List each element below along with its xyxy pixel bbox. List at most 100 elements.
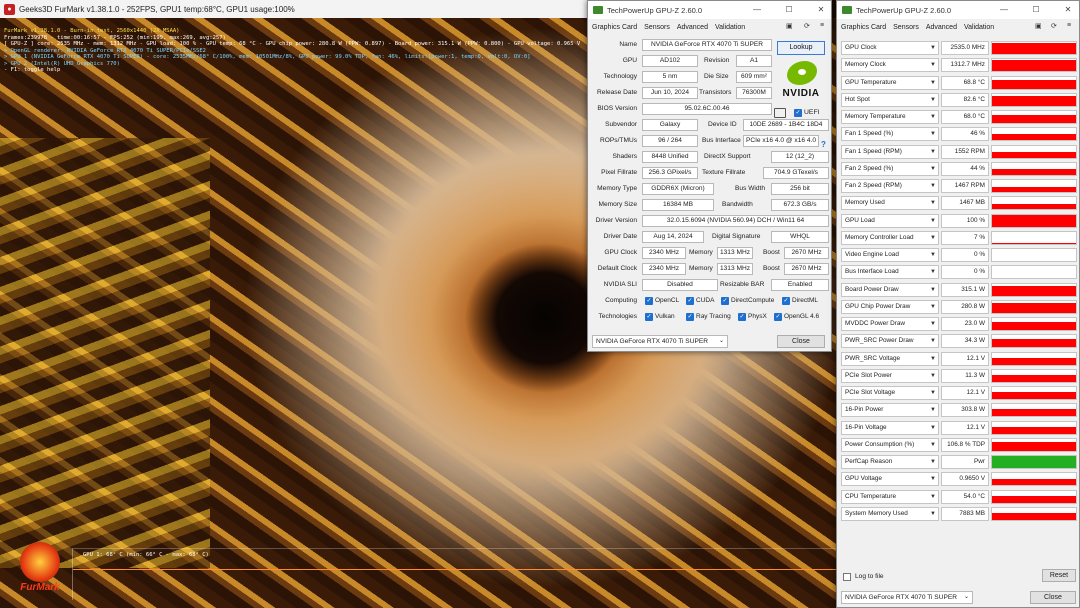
sensor-name-dropdown[interactable]: 16-Pin Voltage ▼ bbox=[841, 420, 939, 435]
sensor-value: 315.1 W bbox=[941, 282, 989, 297]
close-icon[interactable]: ✕ bbox=[810, 1, 832, 19]
sensor-graph bbox=[991, 213, 1077, 228]
sensor-name-dropdown[interactable]: PCIe Slot Power ▼ bbox=[841, 368, 939, 383]
lookup-button[interactable]: Lookup bbox=[777, 41, 825, 55]
checkbox-vulkan[interactable]: ✓ bbox=[645, 313, 653, 321]
camera-icon[interactable]: ▣ bbox=[1035, 22, 1042, 30]
sensor-value: 12.1 V bbox=[941, 420, 989, 435]
sensor-name-dropdown[interactable]: Memory Clock ▼ bbox=[841, 58, 939, 73]
sensor-value: 46 % bbox=[941, 127, 989, 142]
sensor-name: PCIe Slot Voltage bbox=[845, 389, 896, 396]
maximize-icon[interactable]: ☐ bbox=[1025, 1, 1047, 19]
furmark-titlebar[interactable]: ● Geeks3D FurMark v1.38.1.0 - 252FPS, GP… bbox=[0, 0, 600, 18]
sensor-name-dropdown[interactable]: PWR_SRC Power Draw ▼ bbox=[841, 334, 939, 349]
refresh-icon[interactable]: ⟳ bbox=[1051, 22, 1057, 30]
sensor-name-dropdown[interactable]: MVDDC Power Draw ▼ bbox=[841, 317, 939, 331]
minimize-icon[interactable]: — bbox=[746, 1, 768, 19]
label-transistors: Transistors bbox=[699, 89, 732, 96]
sensor-name-dropdown[interactable]: Board Power Draw ▼ bbox=[841, 282, 939, 297]
checkbox-ray-tracing[interactable]: ✓ bbox=[686, 313, 694, 321]
checkbox-cuda[interactable]: ✓ bbox=[686, 297, 694, 305]
gpuz-card-tabs: Graphics Card Sensors Advanced Validatio… bbox=[588, 19, 831, 35]
sensor-name-dropdown[interactable]: Fan 2 Speed (%) ▼ bbox=[841, 161, 939, 176]
minimize-icon[interactable]: — bbox=[993, 1, 1015, 19]
sensor-name-dropdown[interactable]: GPU Load ▼ bbox=[841, 213, 939, 228]
row-sli: NVIDIA SLI Disabled Resizable BAR Enable… bbox=[588, 277, 833, 293]
checkbox-physx[interactable]: ✓ bbox=[738, 313, 746, 321]
log-to-file-checkbox[interactable] bbox=[843, 573, 851, 581]
refresh-icon[interactable]: ⟳ bbox=[804, 22, 810, 30]
label-name: Name bbox=[619, 41, 637, 48]
sensor-name-dropdown[interactable]: Fan 2 Speed (RPM) ▼ bbox=[841, 179, 939, 193]
tab-validation[interactable]: Validation bbox=[715, 24, 745, 31]
label-revision: Revision bbox=[704, 57, 730, 64]
tab-sensors[interactable]: Sensors bbox=[893, 24, 919, 31]
sensor-row: PCIe Slot Power ▼ 11.3 W bbox=[841, 368, 1077, 384]
sensor-name-dropdown[interactable]: PWR_SRC Voltage ▼ bbox=[841, 351, 939, 366]
value-digital-signature: WHQL bbox=[771, 231, 829, 243]
sensor-name-dropdown[interactable]: Memory Controller Load ▼ bbox=[841, 230, 939, 245]
sensor-name-dropdown[interactable]: PCIe Slot Voltage ▼ bbox=[841, 386, 939, 400]
label-vulkan: Vulkan bbox=[655, 313, 675, 320]
checkbox-opengl[interactable]: ✓ bbox=[774, 313, 782, 321]
gpuz-sensors-window: TechPowerUp GPU-Z 2.60.0 — ☐ ✕ Graphics … bbox=[836, 0, 1080, 608]
sensor-name-dropdown[interactable]: Memory Used ▼ bbox=[841, 196, 939, 211]
value-pixel-fillrate: 256.3 GPixel/s bbox=[642, 167, 698, 179]
tab-graphics-card[interactable]: Graphics Card bbox=[592, 24, 637, 31]
gpu-select-dropdown[interactable]: NVIDIA GeForce RTX 4070 Ti SUPER ⌄ bbox=[841, 591, 973, 604]
close-button[interactable]: Close bbox=[777, 335, 825, 348]
close-icon[interactable]: ✕ bbox=[1057, 1, 1079, 19]
sensor-name-dropdown[interactable]: Memory Temperature ▼ bbox=[841, 110, 939, 124]
sensor-name-dropdown[interactable]: GPU Chip Power Draw ▼ bbox=[841, 299, 939, 314]
value-resizable-bar: Enabled bbox=[771, 279, 829, 291]
share-icon[interactable] bbox=[774, 108, 786, 118]
label-bios: BIOS Version bbox=[597, 105, 637, 112]
sensor-name-dropdown[interactable]: Power Consumption (%) ▼ bbox=[841, 437, 939, 452]
sensor-row: Fan 2 Speed (RPM) ▼ 1467 RPM bbox=[841, 179, 1077, 194]
sensor-name-dropdown[interactable]: GPU Temperature ▼ bbox=[841, 75, 939, 90]
reset-button[interactable]: Reset bbox=[1042, 569, 1076, 582]
sensor-name-dropdown[interactable]: GPU Voltage ▼ bbox=[841, 472, 939, 487]
help-icon[interactable]: ? bbox=[821, 140, 826, 149]
chevron-down-icon: ▼ bbox=[930, 234, 936, 241]
chevron-down-icon: ▼ bbox=[930, 303, 936, 310]
maximize-icon[interactable]: ☐ bbox=[778, 1, 800, 19]
menu-icon[interactable]: ≡ bbox=[1067, 22, 1071, 29]
sensor-name-dropdown[interactable]: CPU Temperature ▼ bbox=[841, 489, 939, 504]
sensor-name-dropdown[interactable]: Hot Spot ▼ bbox=[841, 92, 939, 107]
checkbox-directcompute[interactable]: ✓ bbox=[721, 297, 729, 305]
sensor-graph-fill bbox=[992, 321, 1076, 330]
gpu-select-dropdown[interactable]: NVIDIA GeForce RTX 4070 Ti SUPER ⌄ bbox=[592, 335, 728, 348]
sensor-name-dropdown[interactable]: Fan 1 Speed (RPM) ▼ bbox=[841, 144, 939, 159]
sensor-name-dropdown[interactable]: GPU Clock ▼ bbox=[841, 41, 939, 55]
label-ray-tracing: Ray Tracing bbox=[696, 313, 731, 320]
menu-icon[interactable]: ≡ bbox=[820, 22, 824, 29]
tab-advanced[interactable]: Advanced bbox=[926, 24, 957, 31]
gpuz-sensors-titlebar[interactable]: TechPowerUp GPU-Z 2.60.0 — ☐ ✕ bbox=[837, 1, 1079, 19]
chevron-down-icon: ▼ bbox=[930, 131, 936, 138]
sensor-row: GPU Clock ▼ 2535.0 MHz bbox=[841, 41, 1077, 56]
sensor-name-dropdown[interactable]: Video Engine Load ▼ bbox=[841, 248, 939, 262]
tab-sensors[interactable]: Sensors bbox=[644, 24, 670, 31]
sensor-value: 106.8 % TDP bbox=[941, 437, 989, 452]
sensor-name-dropdown[interactable]: Bus Interface Load ▼ bbox=[841, 265, 939, 280]
tab-validation[interactable]: Validation bbox=[964, 24, 994, 31]
sensor-name-dropdown[interactable]: Fan 1 Speed (%) ▼ bbox=[841, 127, 939, 142]
label-memory: Memory bbox=[689, 265, 713, 272]
checkbox-opencl[interactable]: ✓ bbox=[645, 297, 653, 305]
camera-icon[interactable]: ▣ bbox=[786, 22, 793, 30]
sensor-name-dropdown[interactable]: 16-Pin Power ▼ bbox=[841, 403, 939, 418]
label-driver-date: Driver Date bbox=[603, 233, 637, 240]
tab-advanced[interactable]: Advanced bbox=[677, 24, 708, 31]
sensor-value: 1312.7 MHz bbox=[941, 58, 989, 73]
sensor-name-dropdown[interactable]: PerfCap Reason ▼ bbox=[841, 455, 939, 469]
label-pixel-fillrate: Pixel Fillrate bbox=[601, 169, 637, 176]
close-button[interactable]: Close bbox=[1030, 591, 1076, 604]
sensor-name-dropdown[interactable]: System Memory Used ▼ bbox=[841, 506, 939, 521]
sensor-row: PCIe Slot Voltage ▼ 12.1 V bbox=[841, 386, 1077, 401]
gpuz-card-titlebar[interactable]: TechPowerUp GPU-Z 2.60.0 — ☐ ✕ bbox=[588, 1, 831, 19]
sensor-value: 100 % bbox=[941, 213, 989, 228]
sensor-graph-fill bbox=[992, 96, 1076, 106]
tab-graphics-card[interactable]: Graphics Card bbox=[841, 24, 886, 31]
checkbox-directml[interactable]: ✓ bbox=[782, 297, 790, 305]
